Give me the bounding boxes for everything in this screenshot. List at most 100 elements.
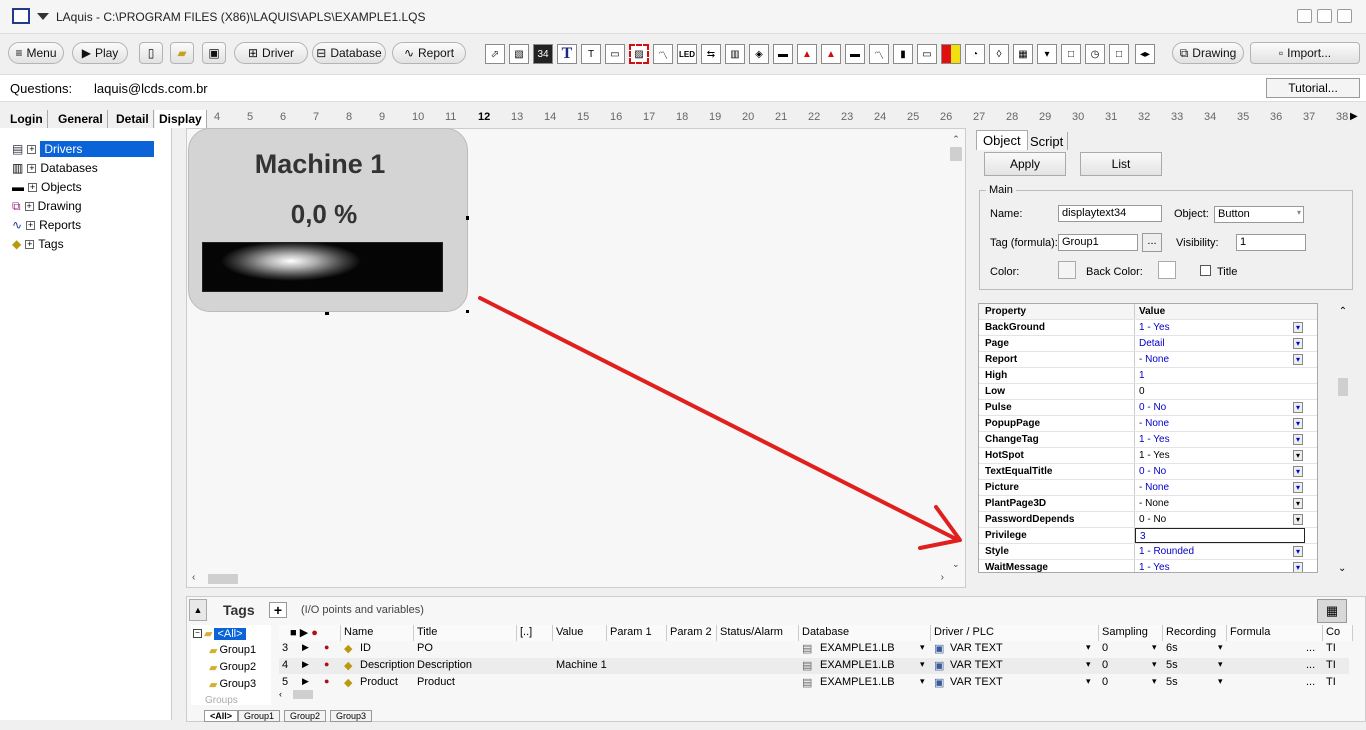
- scroll-left-icon[interactable]: ‹: [279, 689, 282, 699]
- selection-handle[interactable]: [466, 310, 469, 313]
- property-value[interactable]: 1 - Yes ▾: [1135, 448, 1305, 463]
- scale-icon[interactable]: ▭: [917, 44, 937, 64]
- tab-script[interactable]: Script: [1026, 132, 1069, 150]
- column-header[interactable]: Name: [341, 625, 414, 641]
- property-row[interactable]: HotSpot 1 - Yes ▾: [979, 448, 1317, 464]
- arrows-icon[interactable]: ◂▸: [1135, 44, 1155, 64]
- expand-icon[interactable]: +: [28, 182, 37, 192]
- scroll-down-icon[interactable]: ⌄: [1338, 563, 1346, 574]
- tag-formula-button[interactable]: ...: [1303, 658, 1323, 674]
- open-file-button[interactable]: ▰: [170, 42, 194, 64]
- bar-icon[interactable]: ▬: [845, 44, 865, 64]
- property-row[interactable]: BackGround 1 - Yes ▾: [979, 320, 1317, 336]
- panel-icon[interactable]: ▥: [725, 44, 745, 64]
- app-icon[interactable]: [12, 8, 30, 24]
- chevron-down-icon[interactable]: ▾: [1293, 498, 1303, 509]
- chevron-down-icon[interactable]: ▾: [1293, 338, 1303, 349]
- chevron-down-icon[interactable]: ▾: [917, 658, 929, 674]
- bottle-icon[interactable]: ▮: [893, 44, 913, 64]
- scroll-up-icon[interactable]: ⌃: [948, 134, 964, 145]
- property-value[interactable]: 0: [1135, 384, 1305, 399]
- menu-button[interactable]: ≡ Menu: [8, 42, 64, 64]
- group-tab[interactable]: Group3: [330, 710, 373, 722]
- tab-detail[interactable]: Detail: [112, 110, 154, 128]
- scroll-down-icon[interactable]: ⌄: [952, 559, 960, 570]
- tag-sampling[interactable]: 0: [1099, 658, 1143, 674]
- row-record-icon[interactable]: ●: [321, 641, 335, 657]
- property-row[interactable]: Page Detail ▾: [979, 336, 1317, 352]
- property-row[interactable]: PlantPage3D - None ▾: [979, 496, 1317, 512]
- property-row[interactable]: ChangeTag 1 - Yes ▾: [979, 432, 1317, 448]
- row-play-icon[interactable]: ▶: [299, 658, 313, 674]
- property-row[interactable]: PasswordDepends 0 - No ▾: [979, 512, 1317, 528]
- property-value[interactable]: 0 - No ▾: [1135, 512, 1305, 527]
- tag-recording[interactable]: 5s: [1163, 658, 1203, 674]
- color-swatch[interactable]: [1058, 261, 1076, 279]
- property-row[interactable]: Pulse 0 - No ▾: [979, 400, 1317, 416]
- report-button[interactable]: ∿ Report: [392, 42, 466, 64]
- tag-name[interactable]: ID: [357, 641, 414, 657]
- chevron-down-icon[interactable]: ▾: [1293, 354, 1303, 365]
- name-input[interactable]: displaytext34: [1058, 205, 1162, 222]
- group-tab[interactable]: <All>: [204, 710, 239, 722]
- group-item-group3[interactable]: ▰ Group3: [209, 678, 256, 691]
- column-header[interactable]: [..]: [517, 625, 553, 641]
- column-header[interactable]: Co: [1323, 625, 1353, 641]
- group-item-group1[interactable]: ▰ Group1: [209, 644, 256, 657]
- checkbox-icon[interactable]: □: [1109, 44, 1129, 64]
- property-value[interactable]: 1 - Yes ▾: [1135, 320, 1305, 335]
- property-value[interactable]: Detail ▾: [1135, 336, 1305, 351]
- chevron-down-icon[interactable]: ▾: [1293, 418, 1303, 429]
- chevron-down-icon[interactable]: ▾: [1293, 434, 1303, 445]
- scroll-left-icon[interactable]: ‹: [192, 572, 195, 583]
- grid-view-button[interactable]: ▦: [1317, 599, 1347, 623]
- driver-button[interactable]: ⊞ Driver: [234, 42, 308, 64]
- tags-hscroll[interactable]: ‹: [279, 689, 1329, 701]
- tank-icon[interactable]: ◊: [989, 44, 1009, 64]
- chart-icon[interactable]: 〽: [653, 44, 673, 64]
- scroll-thumb[interactable]: [293, 690, 313, 699]
- save-button[interactable]: ▣: [202, 42, 226, 64]
- tab-login[interactable]: Login: [6, 110, 48, 128]
- chevron-down-icon[interactable]: ▾: [1293, 450, 1303, 461]
- property-row[interactable]: Picture - None ▾: [979, 480, 1317, 496]
- new-file-button[interactable]: ▯: [139, 42, 163, 64]
- contact-email[interactable]: laquis@lcds.com.br: [94, 81, 208, 96]
- row-play-icon[interactable]: ▶: [299, 641, 313, 657]
- row-record-icon[interactable]: ●: [321, 658, 335, 674]
- pointer-icon[interactable]: ⬀: [485, 44, 505, 64]
- chevron-down-icon[interactable]: ▾: [1215, 641, 1227, 657]
- tag-formula-input[interactable]: Group1: [1058, 234, 1138, 251]
- expand-icon[interactable]: +: [26, 220, 36, 230]
- visibility-input[interactable]: 1: [1236, 234, 1306, 251]
- column-header[interactable]: Status/Alarm: [717, 625, 799, 641]
- chevron-down-icon[interactable]: ▾: [1297, 208, 1301, 217]
- color-palette-icon[interactable]: [941, 44, 961, 64]
- property-row[interactable]: Privilege 3: [979, 528, 1317, 544]
- tab-general[interactable]: General: [54, 110, 108, 128]
- display-number-icon[interactable]: 34: [533, 44, 553, 64]
- tag-co[interactable]: TI: [1323, 658, 1343, 674]
- column-header[interactable]: Param 2: [667, 625, 717, 641]
- tab-display[interactable]: Display: [155, 110, 207, 128]
- scroll-thumb[interactable]: [950, 147, 962, 161]
- column-header[interactable]: Driver / PLC: [931, 625, 1099, 641]
- expand-icon[interactable]: +: [24, 201, 34, 211]
- tag-value[interactable]: [553, 641, 657, 657]
- maximize-button[interactable]: [1317, 9, 1332, 23]
- column-header[interactable]: Database: [799, 625, 931, 641]
- alarm-icon[interactable]: ▲: [797, 44, 817, 64]
- property-row[interactable]: WaitMessage 1 - Yes ▾: [979, 560, 1317, 572]
- select-all-icon[interactable]: ■: [290, 627, 297, 639]
- chevron-down-icon[interactable]: ▾: [1293, 482, 1303, 493]
- property-row[interactable]: TextEqualTitle 0 - No ▾: [979, 464, 1317, 480]
- tag-title[interactable]: Description: [414, 658, 517, 674]
- text-icon[interactable]: T: [557, 44, 577, 64]
- chevron-down-icon[interactable]: ▾: [917, 641, 929, 657]
- expand-icon[interactable]: +: [25, 239, 35, 249]
- row-number[interactable]: 4: [279, 658, 299, 674]
- property-value[interactable]: 1 - Rounded ▾: [1135, 544, 1305, 559]
- property-value[interactable]: - None ▾: [1135, 352, 1305, 367]
- title-checkbox[interactable]: [1200, 265, 1211, 276]
- grid-icon[interactable]: ▦: [1013, 44, 1033, 64]
